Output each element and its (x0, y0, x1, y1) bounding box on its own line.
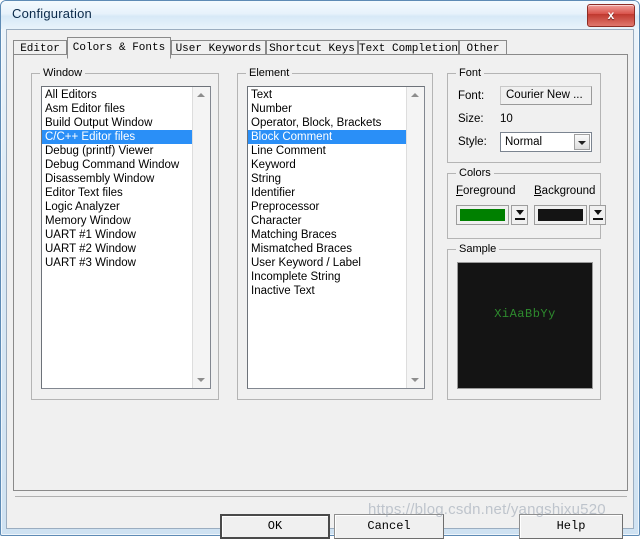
colors-group-legend: Colors (456, 167, 494, 179)
list-item[interactable]: Keyword (248, 158, 407, 172)
element-group: Element Text Number Operator, Block, Bra… (237, 67, 433, 400)
element-listbox-scrollbar[interactable] (406, 87, 424, 388)
colors-group: Colors Foreground Background (447, 167, 606, 239)
cancel-button[interactable]: Cancel (334, 514, 444, 539)
foreground-color-dropdown[interactable] (511, 205, 528, 225)
scroll-down-icon[interactable] (193, 372, 209, 388)
window-group: Window All Editors Asm Editor files Buil… (31, 67, 219, 400)
button-bar-separator (15, 496, 627, 497)
list-item[interactable]: Debug Command Window (42, 158, 193, 172)
list-item[interactable]: All Editors (42, 88, 193, 102)
ok-button[interactable]: OK (220, 514, 330, 539)
sample-group: Sample XiAaBbYy (447, 243, 601, 400)
window-list-items: All Editors Asm Editor files Build Outpu… (42, 88, 193, 270)
list-item[interactable]: Identifier (248, 186, 407, 200)
list-item[interactable]: Matching Braces (248, 228, 407, 242)
list-item[interactable]: Preprocessor (248, 200, 407, 214)
font-style-value: Normal (505, 136, 543, 148)
list-item[interactable]: Number (248, 102, 407, 116)
font-group-legend: Font (456, 67, 485, 79)
list-item[interactable]: Character (248, 214, 407, 228)
background-color-swatch[interactable] (534, 205, 587, 225)
list-item[interactable]: Mismatched Braces (248, 242, 407, 256)
list-item[interactable]: Asm Editor files (42, 102, 193, 116)
window-listbox[interactable]: All Editors Asm Editor files Build Outpu… (41, 86, 211, 389)
font-name-button[interactable]: Courier New ... (500, 86, 592, 105)
dialog-client-area: Editor Colors & Fonts User Keywords Shor… (6, 29, 634, 539)
foreground-color-swatch[interactable] (456, 205, 509, 225)
list-item[interactable]: UART #2 Window (42, 242, 193, 256)
window-group-legend: Window (40, 67, 86, 79)
element-group-legend: Element (246, 67, 293, 79)
list-item[interactable]: Logic Analyzer (42, 200, 193, 214)
font-style-label: Style: (458, 136, 487, 148)
list-item[interactable]: Disassembly Window (42, 172, 193, 186)
sample-preview: XiAaBbYy (457, 262, 593, 389)
sample-group-legend: Sample (456, 243, 500, 255)
background-color-chip (538, 209, 583, 221)
font-size-label: Size: (458, 113, 484, 125)
title-bar: Configuration x (1, 1, 639, 29)
font-name-label: Font: (458, 90, 485, 102)
help-button[interactable]: Help (519, 514, 623, 539)
window-listbox-scrollbar[interactable] (192, 87, 210, 388)
foreground-color-control (456, 205, 528, 225)
list-item[interactable]: UART #1 Window (42, 228, 193, 242)
list-item[interactable]: Text (248, 88, 407, 102)
close-icon: x (607, 8, 615, 22)
window-title: Configuration (12, 6, 92, 21)
list-item[interactable]: Line Comment (248, 144, 407, 158)
list-item[interactable]: String (248, 172, 407, 186)
background-color-dropdown[interactable] (589, 205, 606, 225)
list-item[interactable]: Operator, Block, Brackets (248, 116, 407, 130)
list-item[interactable]: Debug (printf) Viewer (42, 144, 193, 158)
list-item[interactable]: Incomplete String (248, 270, 407, 284)
tab-colors-and-fonts[interactable]: Colors & Fonts (67, 37, 171, 59)
list-item[interactable]: Inactive Text (248, 284, 407, 298)
font-group: Font Font: Courier New ... Size: 10 Styl… (447, 67, 601, 163)
chevron-down-icon[interactable] (574, 134, 590, 150)
list-item[interactable]: Build Output Window (42, 116, 193, 130)
list-item-selected[interactable]: Block Comment (248, 130, 407, 144)
element-listbox[interactable]: Text Number Operator, Block, Brackets Bl… (247, 86, 425, 389)
font-size-value: 10 (500, 113, 513, 125)
configuration-dialog: Configuration x Editor Colors & Fonts Us… (0, 0, 640, 539)
scroll-up-icon[interactable] (407, 87, 423, 103)
element-list-items: Text Number Operator, Block, Brackets Bl… (248, 88, 407, 298)
scroll-up-icon[interactable] (193, 87, 209, 103)
foreground-label: Foreground (456, 185, 516, 197)
colors-and-fonts-panel: Window All Editors Asm Editor files Buil… (13, 54, 628, 491)
close-button[interactable]: x (587, 4, 635, 27)
scroll-down-icon[interactable] (407, 372, 423, 388)
list-item[interactable]: UART #3 Window (42, 256, 193, 270)
list-item[interactable]: User Keyword / Label (248, 256, 407, 270)
font-style-combobox[interactable]: Normal (500, 132, 592, 152)
list-item-selected[interactable]: C/C++ Editor files (42, 130, 193, 144)
background-label: Background (534, 185, 596, 197)
list-item[interactable]: Editor Text files (42, 186, 193, 200)
background-color-control (534, 205, 606, 225)
sample-text: XiAaBbYy (494, 307, 556, 321)
foreground-color-chip (460, 209, 505, 221)
list-item[interactable]: Memory Window (42, 214, 193, 228)
